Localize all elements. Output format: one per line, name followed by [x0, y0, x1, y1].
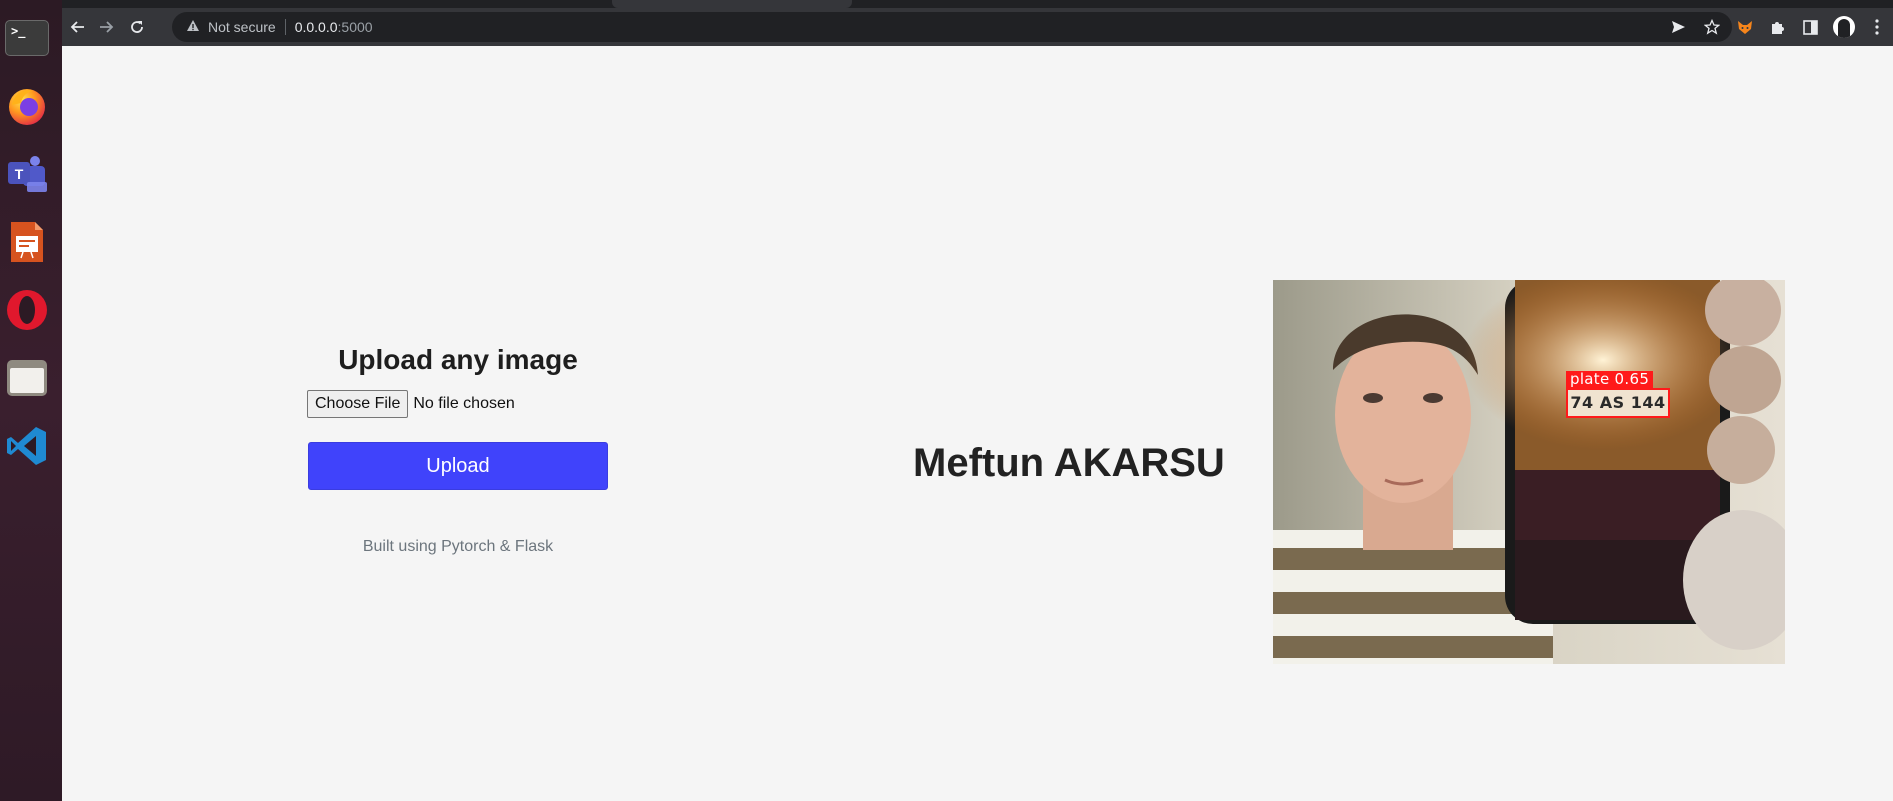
upload-form: Upload any image Choose File No file cho… — [307, 342, 609, 556]
puzzle-icon[interactable] — [1761, 12, 1794, 42]
impress-app-icon[interactable] — [4, 218, 50, 266]
firefox-app-icon[interactable] — [4, 82, 50, 130]
send-icon[interactable] — [1662, 12, 1695, 42]
upload-button[interactable]: Upload — [308, 442, 608, 490]
choose-file-button[interactable]: Choose File — [307, 390, 409, 418]
address-separator — [284, 19, 286, 35]
address-bar[interactable]: Not secure 0.0.0.0:5000 — [172, 12, 1732, 42]
file-input-row: Choose File No file chosen — [307, 390, 609, 418]
warning-icon[interactable] — [186, 19, 200, 35]
opera-icon — [7, 290, 47, 330]
fox-extension-icon[interactable] — [1728, 12, 1761, 42]
no-file-chosen-text: No file chosen — [413, 395, 515, 412]
forward-icon[interactable] — [92, 12, 122, 42]
terminal-glyph: >_ — [5, 20, 49, 56]
terminal-app-icon[interactable]: >_ — [4, 14, 50, 62]
opera-app-icon[interactable] — [4, 286, 50, 334]
presentation-icon — [11, 222, 43, 262]
svg-text:T: T — [15, 166, 24, 182]
kebab-menu-icon[interactable] — [1860, 12, 1893, 42]
built-using-caption: Built using Pytorch & Flask — [362, 538, 554, 555]
detection-label: plate 0.65 — [1566, 371, 1654, 388]
avatar-image — [1832, 16, 1855, 38]
tab-strip — [62, 0, 1893, 8]
back-icon[interactable] — [62, 12, 92, 42]
security-label[interactable]: Not secure — [208, 19, 276, 35]
reload-icon[interactable] — [122, 12, 152, 42]
photo-illustration — [1273, 280, 1785, 664]
vscode-app-icon[interactable] — [4, 422, 50, 470]
profile-avatar[interactable] — [1827, 12, 1860, 42]
navigation-bar: Not secure 0.0.0.0:5000 — [62, 8, 1893, 46]
star-icon[interactable] — [1695, 12, 1728, 42]
author-name: Meftun AKARSU — [913, 441, 1225, 485]
folder-icon — [7, 360, 47, 396]
files-app-icon[interactable] — [4, 354, 50, 402]
toolbar-right — [1662, 8, 1893, 46]
url-text[interactable]: 0.0.0.0:5000 — [295, 19, 373, 35]
browser-toolbar: Not secure 0.0.0.0:5000 — [62, 0, 1893, 46]
detection-bounding-box — [1566, 388, 1670, 418]
teams-icon: T — [8, 156, 47, 192]
firefox-icon — [9, 89, 45, 125]
upload-title: Upload any image — [338, 344, 578, 375]
url-host: 0.0.0.0 — [294, 19, 338, 35]
ubuntu-dock: >_ T — [0, 0, 62, 801]
url-port: :5000 — [337, 19, 373, 35]
vscode-icon — [7, 427, 46, 465]
teams-app-icon[interactable]: T — [4, 150, 50, 198]
active-tab[interactable] — [612, 0, 852, 8]
side-panel-icon[interactable] — [1794, 12, 1827, 42]
detection-result-image: plate 0.65 74 AS 144 — [1273, 280, 1785, 664]
